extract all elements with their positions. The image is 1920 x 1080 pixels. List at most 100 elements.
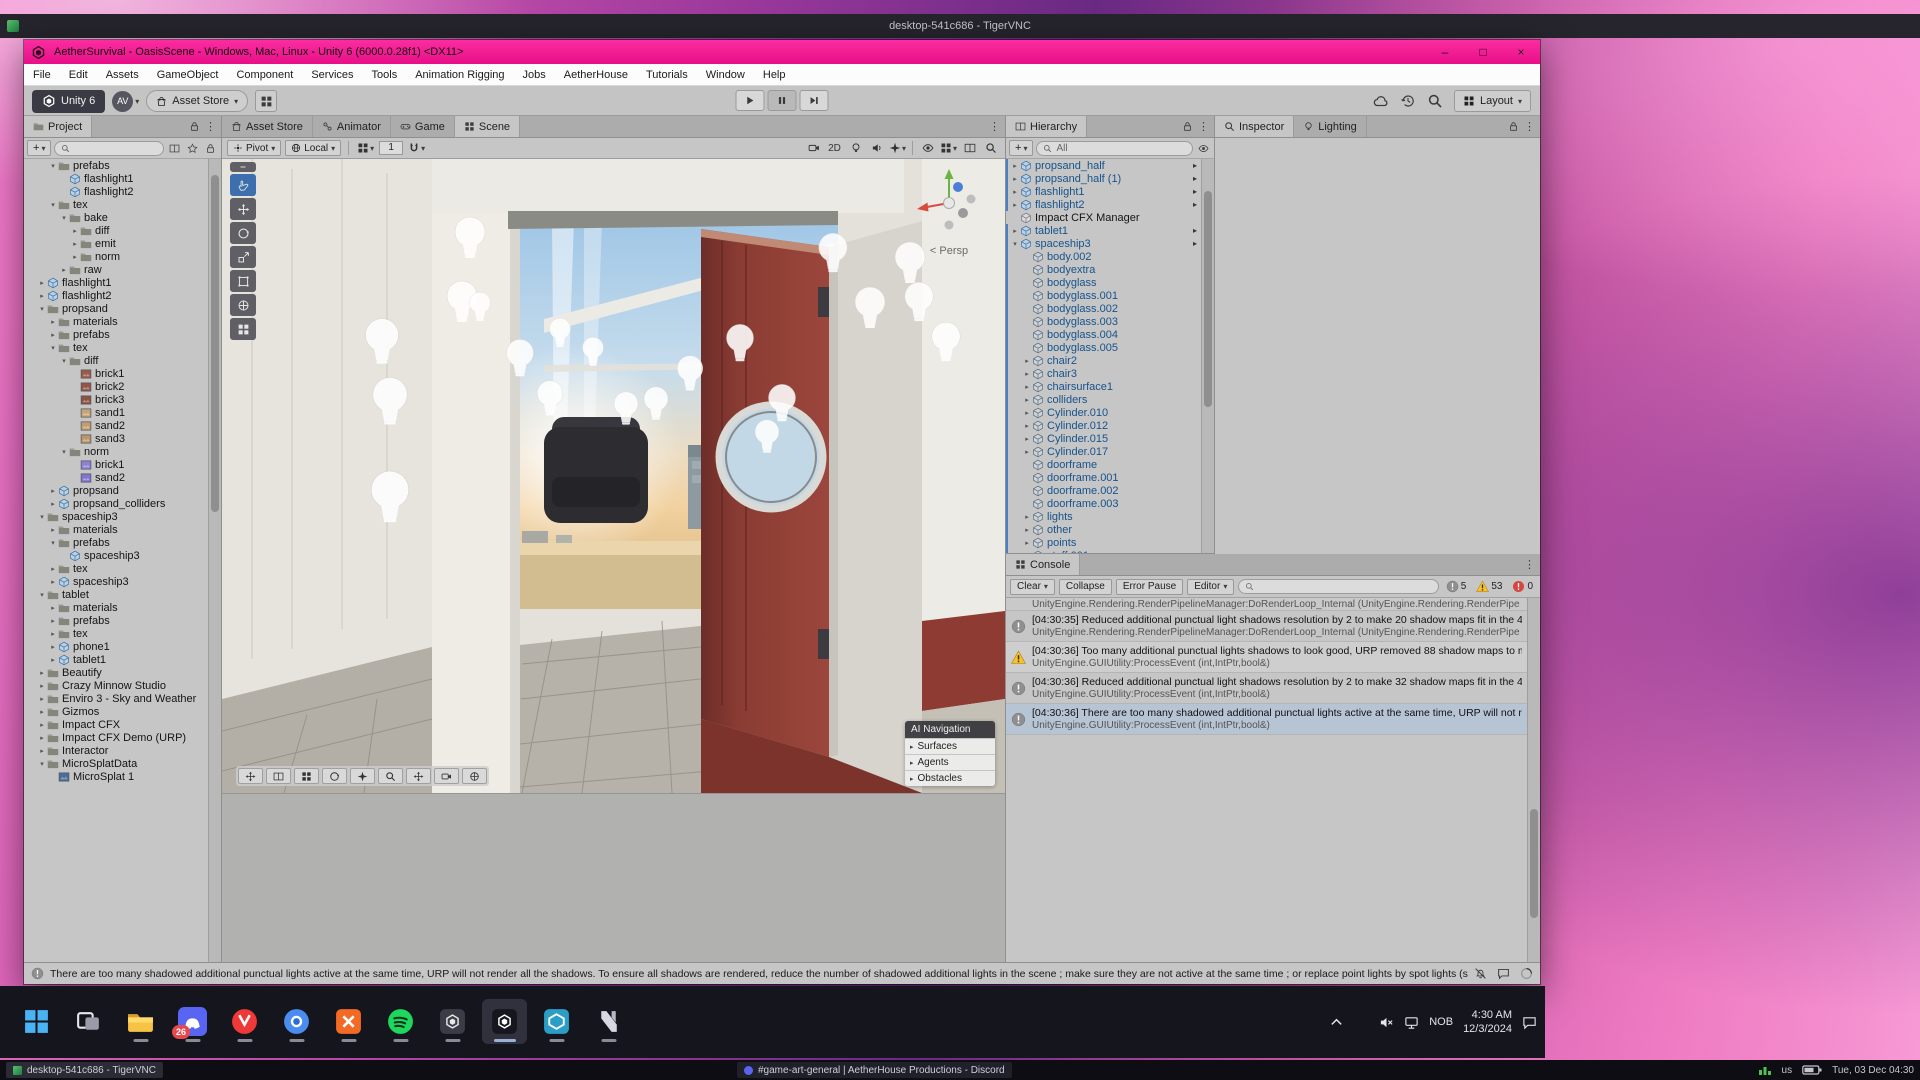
hierarchy-item-lights[interactable]: ▸lights [1006, 510, 1201, 523]
orientation-button[interactable] [238, 768, 263, 784]
hierarchy-item-bodyglass-003[interactable]: bodyglass.003 [1006, 315, 1201, 328]
host-keyboard-layout[interactable]: us [1782, 1065, 1793, 1076]
foldout-arrow[interactable]: ▾ [37, 591, 47, 599]
snap-increment-field[interactable]: 1 [379, 141, 403, 155]
taskbar-app-start[interactable] [14, 999, 59, 1044]
project-item-propsand[interactable]: ▸propsand [24, 484, 208, 497]
hierarchy-item-flashlight2[interactable]: ▸flashlight2▸ [1006, 198, 1201, 211]
hierarchy-item-bodyglass-004[interactable]: bodyglass.004 [1006, 328, 1201, 341]
foldout-arrow[interactable]: ▸ [37, 695, 47, 703]
error-pause-button[interactable]: Error Pause [1116, 579, 1183, 595]
menu-services[interactable]: Services [302, 64, 362, 85]
project-item-diff[interactable]: ▸diff [24, 224, 208, 237]
project-item-sand3[interactable]: sand3 [24, 432, 208, 445]
effects-dropdown[interactable]: ▾ [888, 140, 907, 156]
menu-component[interactable]: Component [227, 64, 302, 85]
foldout-arrow[interactable]: ▸ [48, 604, 58, 612]
foldout-arrow[interactable]: ▸ [48, 630, 58, 638]
camera-preview-button[interactable] [434, 768, 459, 784]
foldout-arrow[interactable]: ▸ [1022, 448, 1032, 456]
foldout-arrow[interactable]: ▸ [59, 266, 69, 274]
layout-dropdown[interactable]: Layout ▾ [1454, 90, 1531, 112]
foldout-arrow[interactable]: ▸ [1022, 370, 1032, 378]
unity-version-button[interactable]: Unity 6 [32, 90, 105, 113]
network-icon[interactable] [1404, 1015, 1419, 1030]
project-item-spaceship3[interactable]: ▾spaceship3 [24, 510, 208, 523]
tab-inspector[interactable]: Inspector [1215, 116, 1294, 137]
foldout-arrow[interactable]: ▾ [48, 201, 58, 209]
2d-toggle[interactable]: 2D [825, 140, 844, 156]
lock-icon[interactable] [1182, 121, 1193, 132]
more-tools-button[interactable] [230, 318, 256, 340]
open-prefab-arrow[interactable]: ▸ [1193, 161, 1201, 170]
foldout-arrow[interactable]: ▾ [48, 162, 58, 170]
hierarchy-item-doorframe[interactable]: doorframe [1006, 458, 1201, 471]
tab-project[interactable]: Project [24, 116, 92, 137]
foldout-arrow[interactable]: ▸ [48, 331, 58, 339]
info-count-badge[interactable]: 5 [1443, 580, 1470, 593]
ai-nav-obstacles[interactable]: ▸Obstacles [905, 770, 995, 786]
hierarchy-item-doorframe-003[interactable]: doorframe.003 [1006, 497, 1201, 510]
hierarchy-item-bodyglass-005[interactable]: bodyglass.005 [1006, 341, 1201, 354]
foldout-arrow[interactable]: ▸ [1022, 357, 1032, 365]
persp-label[interactable]: < Persp [930, 245, 968, 257]
rotate-tool-button[interactable] [230, 222, 256, 244]
project-item-bake[interactable]: ▾bake [24, 211, 208, 224]
project-search-input[interactable] [54, 141, 164, 156]
foldout-arrow[interactable]: ▸ [70, 253, 80, 261]
project-item-tex[interactable]: ▾tex [24, 198, 208, 211]
taskbar-app-unity-hub[interactable] [430, 999, 475, 1044]
hierarchy-item-bodyextra[interactable]: bodyextra [1006, 263, 1201, 276]
open-prefab-arrow[interactable]: ▸ [1193, 239, 1201, 248]
collapse-button[interactable]: Collapse [1059, 579, 1112, 595]
foldout-arrow[interactable]: ▸ [37, 292, 47, 300]
hierarchy-search-input[interactable]: All [1036, 141, 1193, 156]
taskbar-app-app-orange[interactable] [326, 999, 371, 1044]
ai-navigation-title[interactable]: AI Navigation [905, 721, 995, 738]
tab-scene[interactable]: Scene [455, 116, 520, 137]
create-object-button[interactable]: + ▾ [1009, 140, 1033, 156]
console-entry[interactable]: [04:30:36] Too many additional punctual … [1006, 642, 1527, 673]
menu-jobs[interactable]: Jobs [514, 64, 555, 85]
project-item-prefabs[interactable]: ▸prefabs [24, 328, 208, 341]
scale-tool-button[interactable] [230, 246, 256, 268]
shaded-mode-button[interactable] [322, 768, 347, 784]
hierarchy-item-bodyglass[interactable]: bodyglass [1006, 276, 1201, 289]
scene-audio-toggle[interactable] [867, 140, 886, 156]
console-entry[interactable]: [04:30:36] Reduced additional punctual l… [1006, 673, 1527, 704]
taskbar-app-spotify[interactable] [378, 999, 423, 1044]
scene-viewport-render[interactable]: < Persp [222, 159, 1005, 793]
hierarchy-item-propsand-half-1[interactable]: ▸propsand_half (1)▸ [1006, 172, 1201, 185]
scene-search-button[interactable] [981, 140, 1000, 156]
open-prefab-arrow[interactable]: ▸ [1193, 187, 1201, 196]
foldout-arrow[interactable]: ▸ [37, 279, 47, 287]
keyboard-language[interactable]: NOB [1429, 1016, 1453, 1028]
open-prefab-arrow[interactable]: ▸ [1193, 226, 1201, 235]
project-item-propsand[interactable]: ▾propsand [24, 302, 208, 315]
foldout-arrow[interactable]: ▸ [37, 721, 47, 729]
foldout-arrow[interactable]: ▸ [37, 708, 47, 716]
project-item-phone1[interactable]: ▸phone1 [24, 640, 208, 653]
asset-store-button[interactable]: Asset Store ▾ [146, 90, 248, 112]
project-item-beautify[interactable]: ▸Beautify [24, 666, 208, 679]
lock-icon[interactable] [1508, 121, 1519, 132]
move-tool-button[interactable] [230, 198, 256, 220]
foldout-arrow[interactable]: ▸ [70, 227, 80, 235]
warning-count-badge[interactable]: 53 [1473, 580, 1505, 593]
foldout-arrow[interactable]: ▸ [1022, 539, 1032, 547]
ai-nav-surfaces[interactable]: ▸Surfaces [905, 738, 995, 754]
hierarchy-item-bodyglass-002[interactable]: bodyglass.002 [1006, 302, 1201, 315]
view-tool-button[interactable] [230, 174, 256, 196]
scene-visibility-toggle[interactable] [918, 140, 937, 156]
scene-lighting-toggle[interactable] [846, 140, 865, 156]
project-item-spaceship3[interactable]: ▸spaceship3 [24, 575, 208, 588]
project-item-materials[interactable]: ▸materials [24, 523, 208, 536]
project-item-emit[interactable]: ▸emit [24, 237, 208, 250]
menu-help[interactable]: Help [754, 64, 795, 85]
project-item-prefabs[interactable]: ▸prefabs [24, 614, 208, 627]
foldout-arrow[interactable]: ▸ [1010, 162, 1020, 170]
notifications-muted-icon[interactable] [1474, 967, 1487, 980]
settings-gear-icon[interactable] [1354, 1015, 1369, 1030]
hierarchy-item-stuff-001[interactable]: stuff.001 [1006, 549, 1201, 553]
panel-menu-icon[interactable]: ⋮ [1198, 120, 1209, 133]
